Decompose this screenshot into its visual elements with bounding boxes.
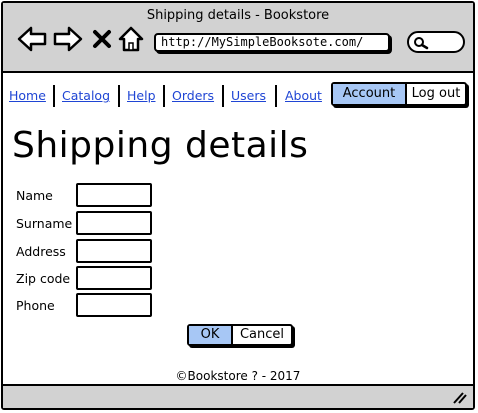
form-button-group: OK Cancel [187, 324, 293, 346]
status-bar [3, 384, 473, 408]
search-icon [414, 37, 429, 50]
name-input[interactable] [76, 183, 152, 207]
logout-button[interactable]: Log out [405, 84, 465, 104]
menu-separator [53, 85, 55, 107]
ok-button[interactable]: OK [189, 326, 231, 344]
phone-label: Phone [16, 298, 55, 313]
zip-code-input[interactable] [76, 266, 152, 290]
resize-grip-icon[interactable] [451, 390, 467, 404]
menu-separator [275, 85, 277, 107]
surname-input[interactable] [76, 211, 152, 235]
menu-separator [222, 85, 224, 107]
menu-item-catalog[interactable]: Catalog [62, 87, 110, 105]
name-label: Name [16, 188, 53, 203]
account-button-group: Account Log out [331, 82, 467, 106]
account-button[interactable]: Account [333, 84, 405, 104]
cancel-button[interactable]: Cancel [231, 326, 291, 344]
phone-input[interactable] [76, 293, 152, 317]
window-title: Shipping details - Bookstore [146, 8, 330, 23]
address-label: Address [16, 244, 66, 259]
menu-item-help[interactable]: Help [127, 87, 156, 105]
home-icon[interactable] [118, 25, 144, 53]
browser-window: Shipping details - Bookstore http://MySi… [1, 1, 475, 410]
footer-copyright: ©Bookstore ? - 2017 [175, 369, 301, 383]
menu-item-home[interactable]: Home [9, 87, 46, 105]
menu-item-about[interactable]: About [285, 87, 322, 105]
stop-x-icon[interactable] [91, 25, 113, 53]
address-input[interactable] [76, 239, 152, 263]
search-field[interactable] [407, 31, 465, 53]
page-title: Shipping details [12, 125, 309, 166]
menu-separator [163, 85, 165, 107]
menu-separator [118, 85, 120, 107]
zip-code-label: Zip code [16, 271, 71, 286]
forward-arrow-icon[interactable] [53, 25, 83, 53]
url-input[interactable]: http://MySimpleBooksote.com/ [154, 33, 390, 52]
menu-item-orders[interactable]: Orders [172, 87, 214, 105]
surname-label: Surname [16, 216, 73, 231]
menu-item-users[interactable]: Users [231, 87, 266, 105]
browser-toolbar: Shipping details - Bookstore http://MySi… [3, 3, 473, 73]
back-arrow-icon[interactable] [17, 25, 47, 53]
